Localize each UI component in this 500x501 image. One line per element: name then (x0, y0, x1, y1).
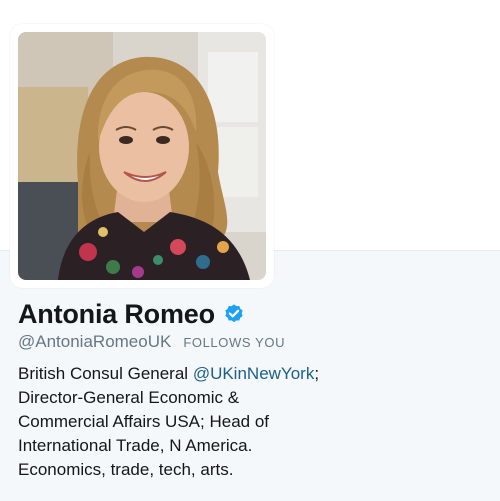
verified-badge-icon (225, 304, 243, 323)
bio-line: Economics, trade, tech, arts. (18, 460, 234, 479)
profile-name-row: Antonia Romeo (18, 295, 245, 333)
mention-link[interactable]: @UKinNewYork (193, 364, 315, 383)
avatar-frame (10, 24, 274, 288)
bio-line: Commercial Affairs USA; Head of (18, 412, 269, 431)
profile-handle-row: @AntoniaRomeoUK FOLLOWS YOU (18, 332, 285, 352)
avatar[interactable] (18, 32, 266, 280)
follows-you-badge: FOLLOWS YOU (183, 335, 286, 350)
bio-line: British Consul General @UKinNewYork; (18, 362, 488, 386)
bio-line: Director-General Economic & (18, 388, 240, 407)
bio-text: ; (314, 364, 320, 383)
profile-handle[interactable]: @AntoniaRomeoUK (18, 332, 171, 352)
bio-text: British Consul General (18, 364, 193, 383)
profile-name[interactable]: Antonia Romeo (18, 299, 215, 330)
bio-line: International Trade, N America. (18, 436, 253, 455)
profile-bio: British Consul General @UKinNewYork; Dir… (18, 362, 488, 482)
